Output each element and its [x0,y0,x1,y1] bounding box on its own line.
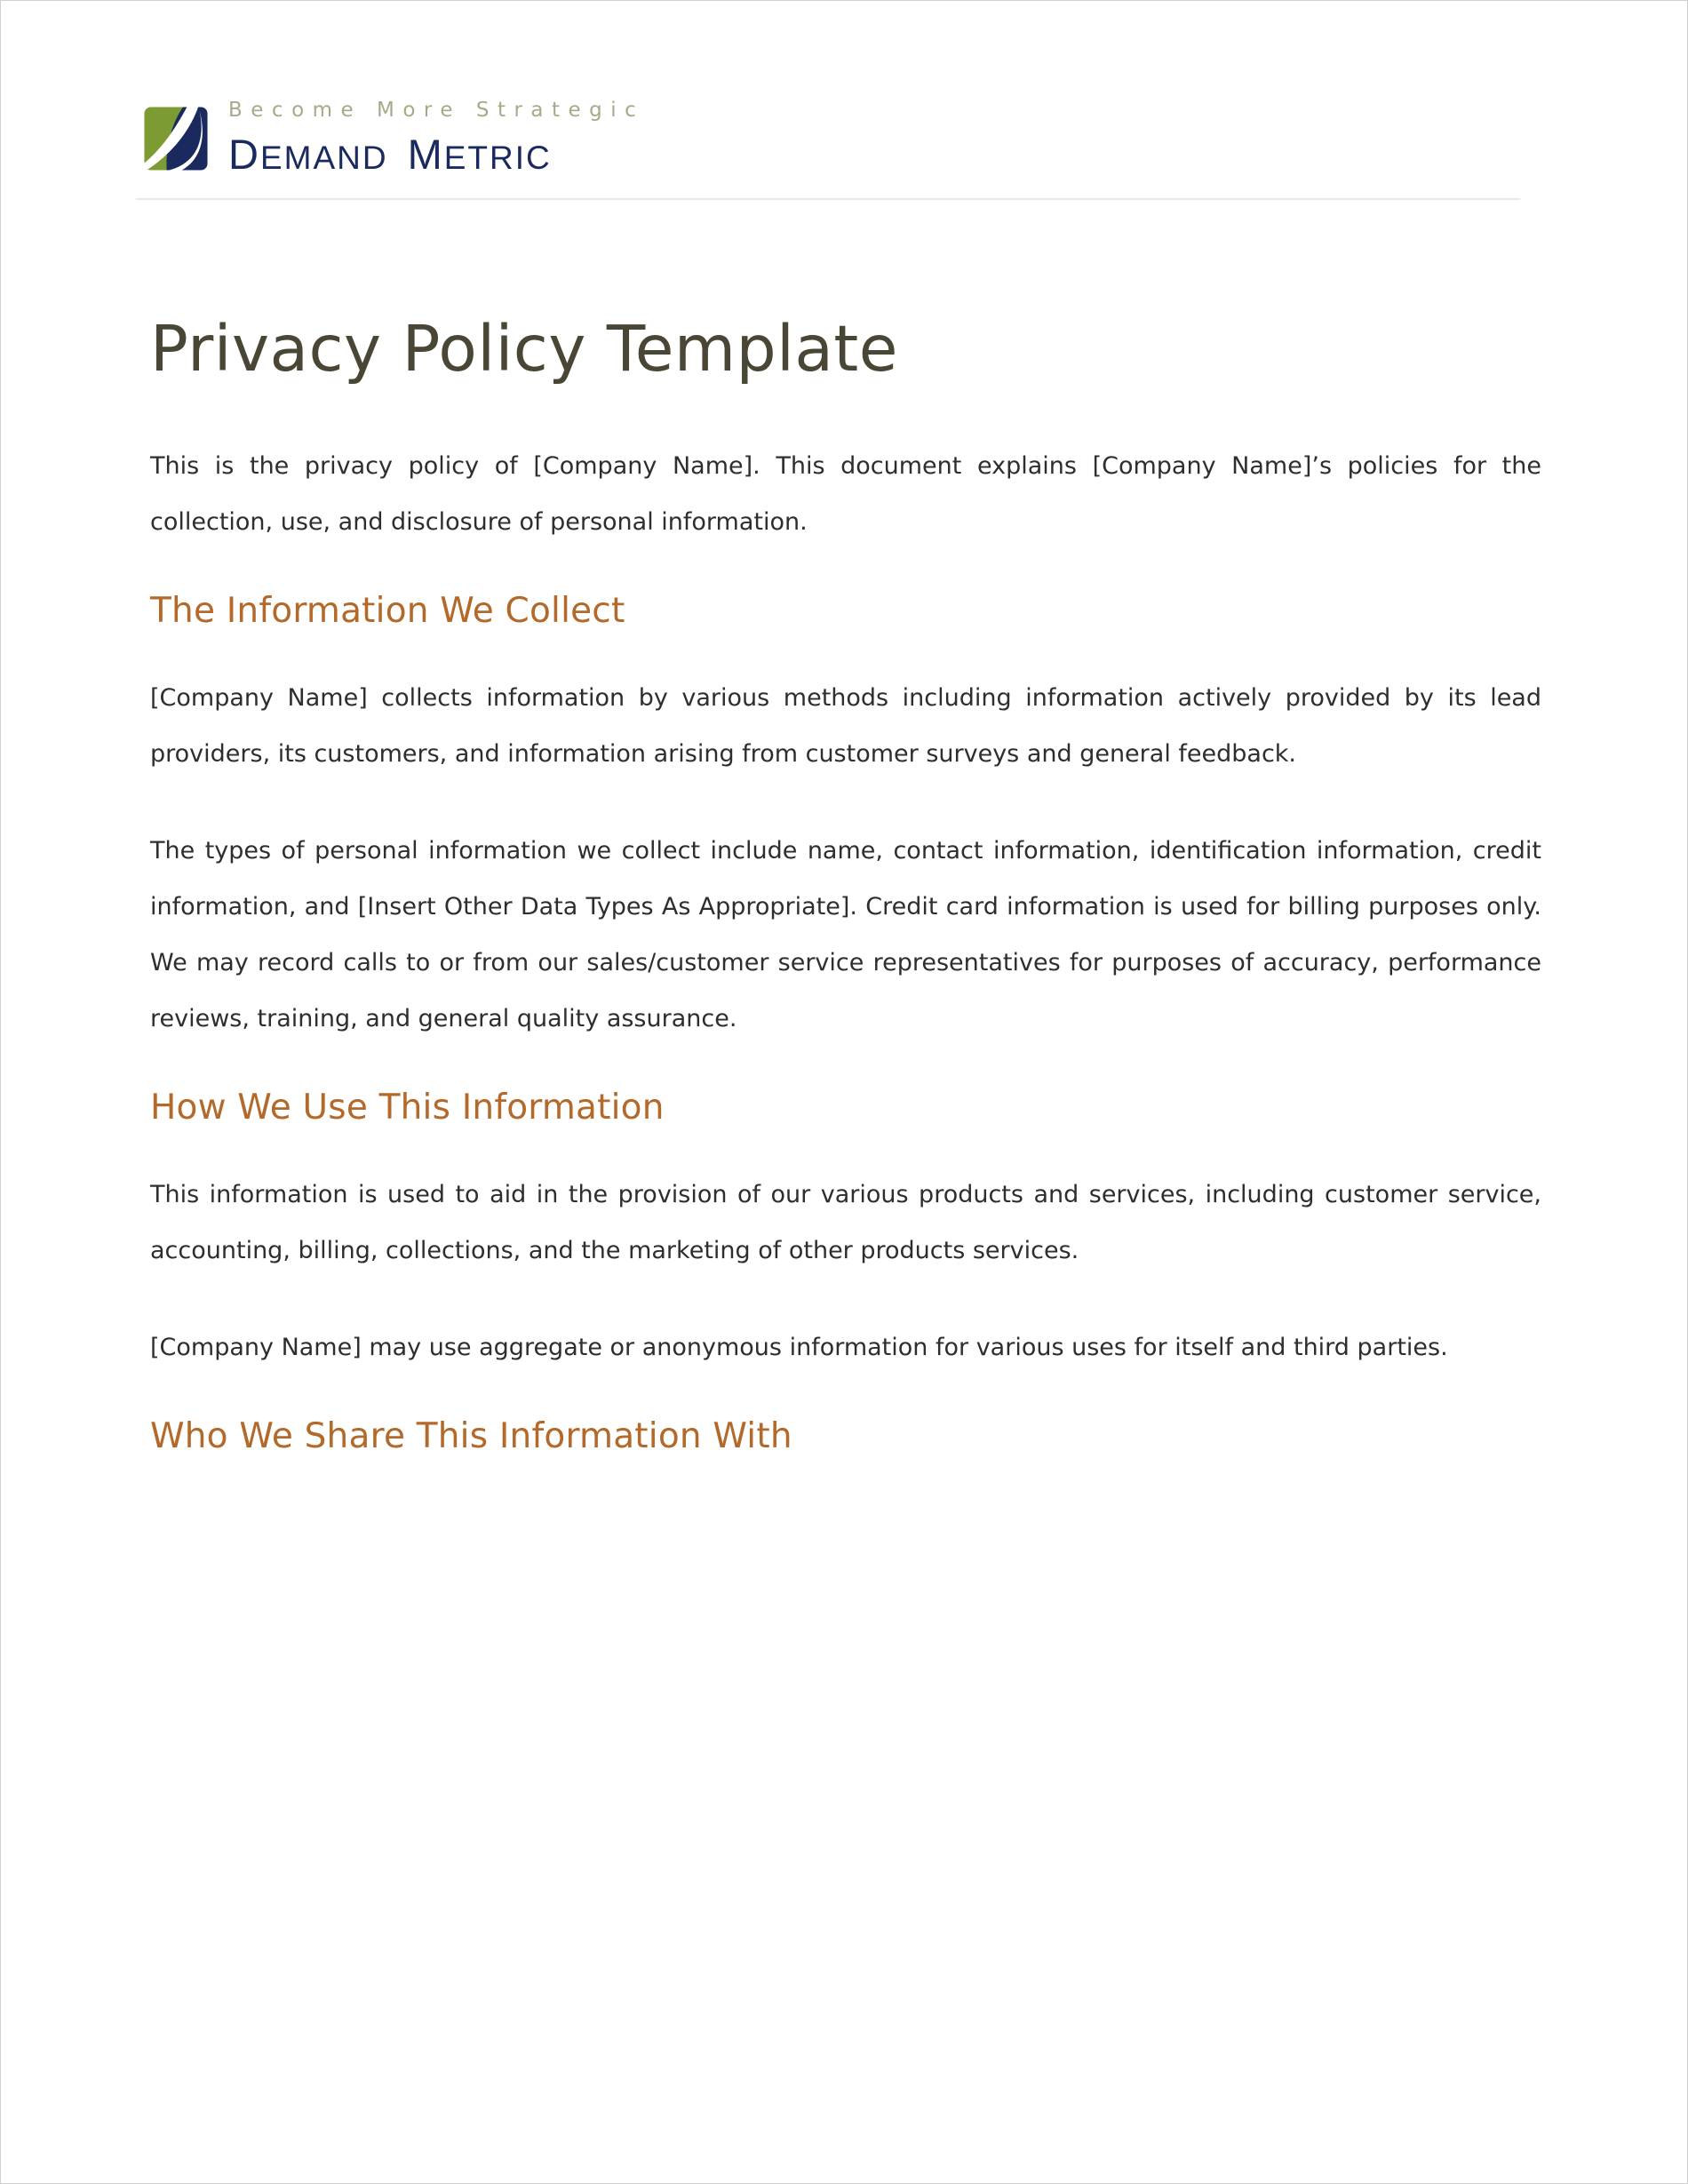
logo-wordmark-group: Become More Strategic DEMAND METRIC [228,97,645,176]
document-page: Become More Strategic DEMAND METRIC Priva… [0,0,1688,2184]
section-heading-who-we-share-this-information-with: Who We Share This Information With [150,1415,792,1456]
letterhead: Become More Strategic DEMAND METRIC [143,97,644,175]
section-paragraph: [Company Name] may use aggregate or anon… [150,1333,1448,1361]
wordmark-demand-rest: EMAND [259,139,388,176]
section-paragraph: This information is used to aid in the p… [150,1180,1541,1264]
wordmark-demand-initial: D [228,131,260,178]
section-paragraph: [Company Name] collects information by v… [150,683,1541,768]
section-heading-information-we-collect: The Information We Collect [150,591,625,631]
intro-paragraph: This is the privacy policy of [Company N… [150,452,1541,536]
logo-tagline: Become More Strategic [228,99,645,122]
logo-wordmark: DEMAND METRIC [228,133,644,175]
section-heading-how-we-use-this-information: How We Use This Information [150,1087,665,1128]
document-body: This is the privacy policy of [Company N… [150,438,1541,1495]
wordmark-metric-rest: ETRIC [443,139,552,176]
demand-metric-logo-icon [143,106,209,171]
section-paragraph: The types of personal information we col… [150,836,1541,1032]
wordmark-metric-initial: M [407,131,444,178]
page-title: Privacy Policy Template [150,311,898,386]
header-divider [136,198,1520,200]
